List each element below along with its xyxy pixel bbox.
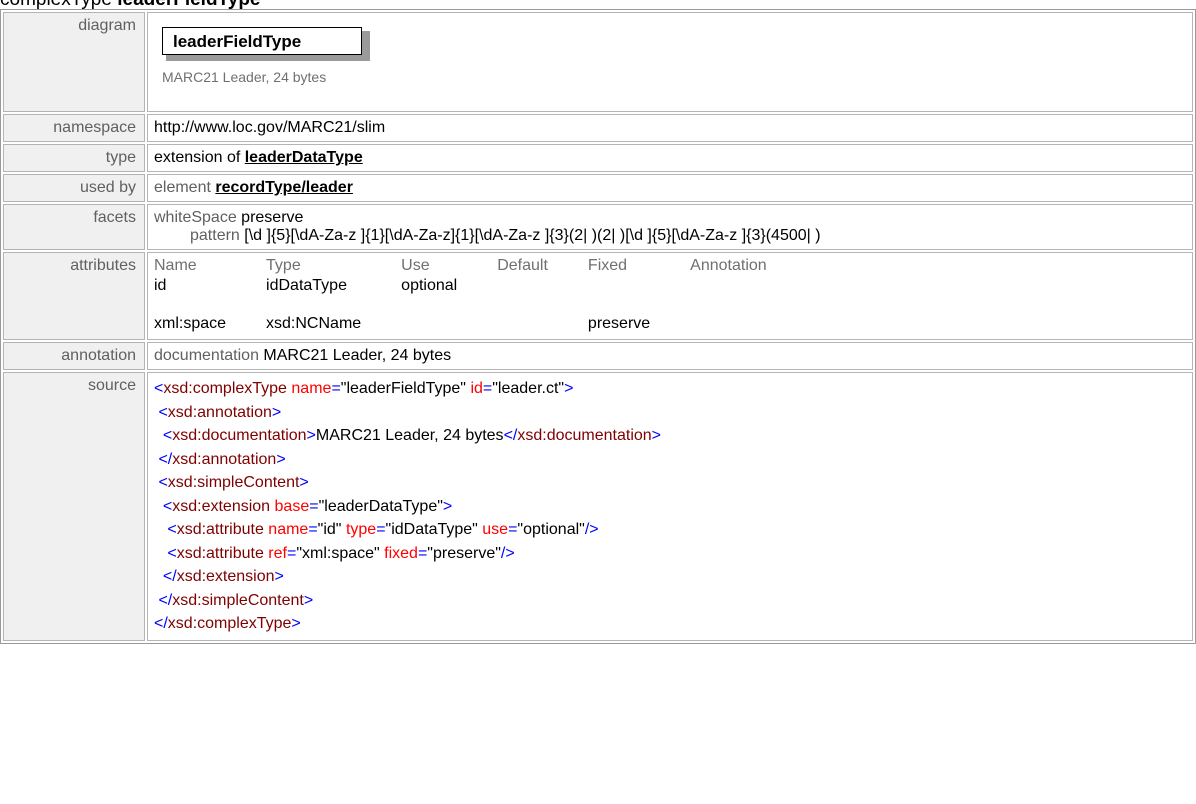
facet-pattern-key: pattern [190, 227, 240, 244]
attr-cell: optional [401, 277, 458, 294]
label-namespace: namespace [3, 114, 145, 142]
used-by-prefix: element [154, 179, 211, 196]
facet-whitespace-value: preserve [241, 209, 304, 226]
attr-header: Fixed [587, 257, 628, 274]
attributes-header-row: Name Type Use Default Fixed Annotation [154, 257, 807, 277]
diagram-element-box[interactable]: leaderFieldType [162, 27, 372, 61]
annotation-value: documentation MARC21 Leader, 24 bytes [147, 342, 1193, 370]
used-by-value: element recordType/leader [147, 174, 1193, 202]
schema-doc-table: diagram leaderFieldType MARC21 Leader, 2… [0, 9, 1196, 644]
source-line: <xsd:extension base="leaderDataType"> [162, 497, 453, 515]
attr-header: Annotation [690, 257, 767, 274]
attr-cell: xml:space [154, 315, 227, 332]
row-attributes: attributes Name Type Use Default Fixed A… [3, 252, 1193, 340]
row-diagram: diagram leaderFieldType MARC21 Leader, 2… [3, 12, 1193, 112]
namespace-value: http://www.loc.gov/MARC21/slim [147, 114, 1193, 142]
row-used-by: used by element recordType/leader [3, 174, 1193, 202]
attr-cell [401, 297, 497, 335]
attr-cell: xsd:NCName [266, 315, 362, 332]
source-line: </xsd:extension> [162, 568, 284, 585]
attr-header: Type [266, 257, 301, 274]
source-line: <xsd:documentation>MARC21 Leader, 24 byt… [162, 427, 662, 444]
source-line: <xsd:attribute ref="xml:space" fixed="pr… [167, 544, 515, 562]
facets-value: whiteSpace preserve pattern [\d ]{5}[\dA… [147, 204, 1193, 250]
diagram-area: leaderFieldType MARC21 Leader, 24 bytes [147, 12, 1193, 112]
attr-header: Default [497, 257, 548, 274]
facet-whitespace-key: whiteSpace [154, 209, 237, 226]
attr-cell: preserve [587, 315, 651, 332]
facet-whitespace: whiteSpace preserve [154, 209, 1186, 227]
attr-cell [690, 277, 807, 297]
facet-pattern: pattern [\d ]{5}[\dA-Za-z ]{1}[\dA-Za-z]… [154, 227, 1186, 245]
diagram-element-name: leaderFieldType [162, 27, 362, 55]
type-link[interactable]: leaderDataType [245, 149, 363, 166]
label-diagram: diagram [3, 12, 145, 112]
label-type: type [3, 144, 145, 172]
annotation-text: MARC21 Leader, 24 bytes [263, 347, 452, 364]
source-line: </xsd:annotation> [158, 450, 286, 468]
attr-cell [497, 297, 588, 335]
attr-cell [588, 277, 690, 297]
type-prefix: extension of [154, 149, 241, 166]
attr-header: Name [154, 257, 197, 274]
label-source: source [3, 372, 145, 641]
source-line: <xsd:annotation> [158, 403, 282, 421]
attr-cell [690, 297, 807, 335]
row-facets: facets whiteSpace preserve pattern [\d ]… [3, 204, 1193, 250]
attr-header: Use [401, 257, 430, 274]
facet-pattern-value: [\d ]{5}[\dA-Za-z ]{1}[\dA-Za-z]{1}[\dA-… [244, 227, 821, 244]
label-facets: facets [3, 204, 145, 250]
source-line: </xsd:complexType> [154, 615, 301, 632]
source-code: <xsd:complexType name="leaderFieldType" … [147, 372, 1193, 641]
label-attributes: attributes [3, 252, 145, 340]
label-used-by: used by [3, 174, 145, 202]
label-annotation: annotation [3, 342, 145, 370]
attr-cell: id [154, 277, 167, 294]
attr-cell: idDataType [266, 277, 347, 294]
table-row: xml:space xsd:NCName preserve [154, 297, 807, 335]
table-row: id idDataType optional [154, 277, 807, 297]
row-source: source <xsd:complexType name="leaderFiel… [3, 372, 1193, 641]
row-annotation: annotation documentation MARC21 Leader, … [3, 342, 1193, 370]
attributes-value: Name Type Use Default Fixed Annotation i… [147, 252, 1193, 340]
attributes-table: Name Type Use Default Fixed Annotation i… [154, 257, 807, 335]
attr-cell [497, 277, 588, 297]
used-by-link[interactable]: recordType/leader [215, 179, 353, 196]
source-line: <xsd:simpleContent> [158, 474, 309, 491]
annotation-key: documentation [154, 347, 259, 364]
type-value: extension of leaderDataType [147, 144, 1193, 172]
row-type: type extension of leaderDataType [3, 144, 1193, 172]
source-line: </xsd:simpleContent> [158, 591, 314, 609]
diagram-doc-text: MARC21 Leader, 24 bytes [162, 69, 327, 85]
source-line: <xsd:attribute name="id" type="idDataTyp… [167, 521, 599, 538]
source-line: <xsd:complexType name="leaderFieldType" … [154, 380, 574, 397]
row-namespace: namespace http://www.loc.gov/MARC21/slim [3, 114, 1193, 142]
